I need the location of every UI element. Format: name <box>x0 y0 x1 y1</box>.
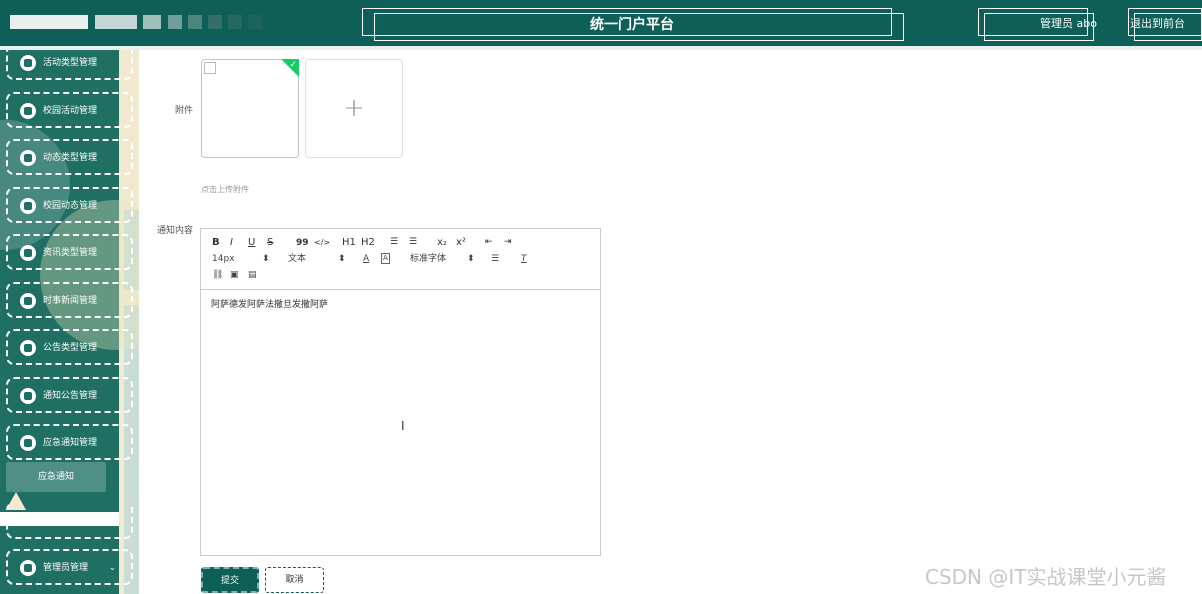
sidebar-item-label: 通知公告管理 <box>43 391 98 401</box>
menu-icon <box>20 340 36 356</box>
chat-icon <box>20 198 36 214</box>
sidebar-item-admin[interactable]: 管理员管理 ⌄ <box>6 549 133 585</box>
submit-button[interactable]: 提交 <box>201 567 259 593</box>
font-size-select[interactable]: 14px <box>212 253 235 265</box>
user-icon <box>20 560 36 576</box>
image-icon[interactable]: ▣ <box>230 269 239 281</box>
content-label: 通知内容 <box>156 226 193 236</box>
sidebar-item-campus-news[interactable]: 校园动态管理 <box>6 187 133 223</box>
strike-button[interactable]: S <box>267 237 273 249</box>
chevron-updown-icon[interactable]: ⬍ <box>262 253 270 265</box>
attachment-label: 附件 <box>174 106 193 116</box>
menu-icon <box>20 245 36 261</box>
sidebar-item-label: 资讯类型管理 <box>43 248 98 258</box>
upload-hint: 点击上传附件 <box>201 185 249 194</box>
indent-icon[interactable]: ⇥ <box>504 236 512 248</box>
sidebar-item-news-types[interactable]: 动态类型管理 <box>6 139 133 175</box>
grid-icon <box>20 103 36 119</box>
underline-button[interactable]: U <box>248 237 255 249</box>
sidebar-item-notices[interactable]: 通知公告管理 <box>6 377 133 413</box>
chevron-updown-icon[interactable]: ⬍ <box>467 253 475 265</box>
font-family-select[interactable]: 标准字体 <box>410 253 446 265</box>
grid-icon <box>20 388 36 404</box>
sidebar-item-hidden[interactable] <box>6 502 133 539</box>
editor-content[interactable]: 阿萨德发阿萨法撒旦发撒阿萨 <box>211 297 328 310</box>
sidebar-item-activity-types[interactable]: 活动类型管理 <box>6 50 133 80</box>
watermark: CSDN @IT实战课堂小元酱 <box>925 565 1167 589</box>
code-block-button[interactable]: </> <box>314 237 330 249</box>
grid-icon <box>20 293 36 309</box>
sidebar-item-label: 管理员管理 <box>43 563 89 573</box>
plus-icon: + <box>343 93 365 123</box>
align-icon[interactable]: ☰ <box>491 253 499 265</box>
cancel-button[interactable]: 取消 <box>265 567 324 593</box>
sidebar-item-label: 公告类型管理 <box>43 343 98 353</box>
sidebar-item-campus-activities[interactable]: 校园活动管理 <box>6 92 133 128</box>
rich-text-editor[interactable]: B I U S 99 </> H1 H2 ☰ ☰ x₂ x² ⇤ ⇥ 14px … <box>200 228 601 556</box>
ordered-list-icon[interactable]: ☰ <box>390 236 398 248</box>
video-icon[interactable]: ▤ <box>248 269 257 281</box>
sidebar-item-label: 应急通知管理 <box>43 438 98 448</box>
top-header: 统一门户平台 管理员 abo 退出到前台 <box>0 0 1202 46</box>
sidebar-item-label: 校园动态管理 <box>43 201 98 211</box>
uploaded-file-thumbnail[interactable]: ✓ <box>201 59 299 158</box>
sidebar-item-current-news[interactable]: 时事新闻管理 <box>6 282 133 318</box>
paragraph-select[interactable]: 文本 <box>288 253 306 265</box>
menu-icon <box>20 55 36 71</box>
heading1-button[interactable]: H1 <box>342 237 356 249</box>
bold-button[interactable]: B <box>212 237 220 249</box>
check-icon: ✓ <box>289 60 297 70</box>
menu-icon <box>20 150 36 166</box>
sidebar: 活动类型管理 校园活动管理 动态类型管理 校园动态管理 资讯类型管理 时事新闻管… <box>0 50 139 594</box>
sidebar-item-label: 活动类型管理 <box>43 58 98 68</box>
superscript-button[interactable]: x² <box>456 237 466 249</box>
link-icon[interactable]: ⛓ <box>212 269 223 281</box>
blockquote-button[interactable]: 99 <box>296 237 309 249</box>
font-color-icon[interactable]: A <box>363 253 369 265</box>
sidebar-item-label: 时事新闻管理 <box>43 296 98 306</box>
outdent-icon[interactable]: ⇤ <box>485 236 493 248</box>
editor-toolbar: B I U S 99 </> H1 H2 ☰ ☰ x₂ x² ⇤ ⇥ 14px … <box>201 229 600 290</box>
subscript-button[interactable]: x₂ <box>437 237 447 249</box>
sidebar-item-info-types[interactable]: 资讯类型管理 <box>6 234 133 270</box>
sidebar-item-label: 动态类型管理 <box>43 153 98 163</box>
broken-image-icon <box>204 62 216 74</box>
logout-link[interactable]: 退出到前台 <box>1130 10 1185 38</box>
sidebar-item-notice-types[interactable]: 公告类型管理 <box>6 329 133 365</box>
header-shadow <box>0 46 1202 50</box>
text-cursor-icon: I <box>401 419 405 433</box>
italic-button[interactable]: I <box>230 237 233 249</box>
sidebar-item-label: 校园活动管理 <box>43 106 98 116</box>
site-title: 统一门户平台 <box>590 17 674 33</box>
background-color-icon[interactable]: A <box>381 253 390 264</box>
admin-user-label: 管理员 abo <box>1040 17 1097 30</box>
upload-add-button[interactable]: + <box>305 59 403 158</box>
sidebar-item-emergency-notices[interactable]: 应急通知管理 <box>6 424 133 460</box>
chevron-down-icon: ⌄ <box>109 563 116 572</box>
heading2-button[interactable]: H2 <box>361 237 375 249</box>
bullet-list-icon[interactable]: ☰ <box>409 236 417 248</box>
sidebar-subitem-emergency-notice[interactable]: 应急通知 <box>6 462 106 492</box>
clear-format-icon[interactable]: T <box>521 253 527 265</box>
chevron-updown-icon[interactable]: ⬍ <box>338 253 346 265</box>
cloud-icon <box>20 435 36 451</box>
